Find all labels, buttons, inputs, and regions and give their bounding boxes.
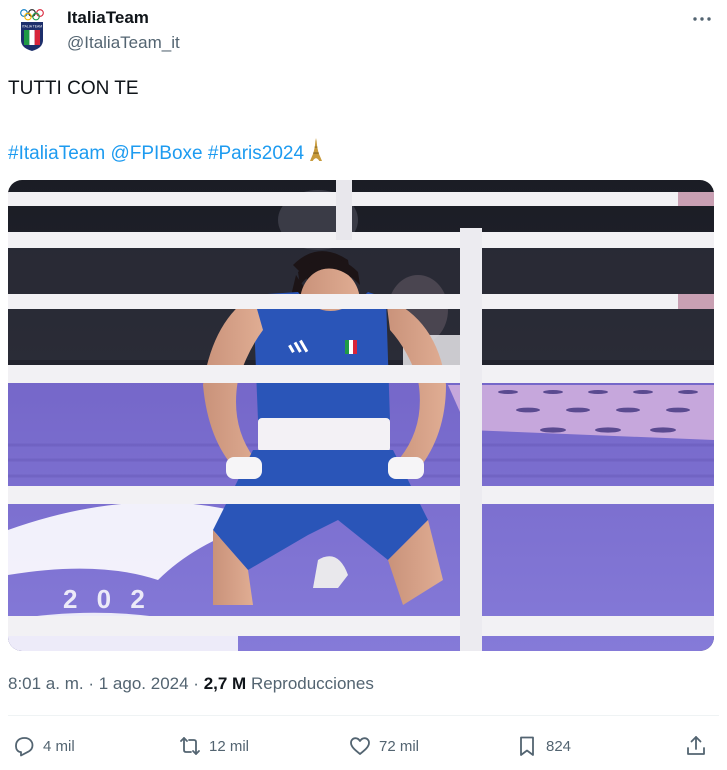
italia-team-logo-icon: ITALIA TEAM [20,9,44,51]
tweet-date[interactable]: 1 ago. 2024 [99,674,189,693]
hashtag-paris2024[interactable]: #Paris2024 [208,143,304,164]
svg-text:ITALIA TEAM: ITALIA TEAM [22,25,42,29]
reply-button[interactable]: 4 mil [12,733,75,759]
handle[interactable]: @ItaliaTeam_it [67,33,180,53]
divider [8,715,719,716]
repost-icon [180,737,200,755]
mention-fpiboxe[interactable]: @FPIBoxe [110,143,202,164]
share-button[interactable] [684,733,708,759]
tweet-card: ITALIA TEAM ItaliaTeam @ItaliaTeam_it TU… [0,0,727,770]
svg-text:2 0 2: 2 0 2 [63,584,151,614]
share-icon [687,736,705,755]
like-count: 72 mil [379,737,420,755]
eiffel-tower-icon [310,138,323,161]
avatar[interactable]: ITALIA TEAM [14,6,50,52]
hashtag-line: #ItaliaTeam @FPIBoxe #Paris2024 [8,138,324,165]
views-count: 2,7 M [203,674,247,693]
boxing-ring-photo: 2 0 2 [8,180,714,651]
display-name[interactable]: ItaliaTeam [67,8,149,28]
bookmark-icon [520,736,534,756]
hashtag-italiateam[interactable]: #ItaliaTeam [8,143,105,164]
bookmark-count: 824 [546,737,572,755]
heart-icon [350,737,370,755]
reply-icon [15,737,34,757]
repost-button[interactable]: 12 mil [178,733,249,759]
reply-count: 4 mil [43,737,75,755]
tweet-time[interactable]: 8:01 a. m. [8,674,84,693]
tweet-text: TUTTI CON TE [8,78,139,99]
meta-separator: · [88,674,95,693]
repost-count: 12 mil [209,737,250,755]
bookmark-button[interactable]: 824 [515,733,571,759]
tweet-photo[interactable]: 2 0 2 [8,180,714,651]
more-options-icon[interactable] [691,12,713,26]
like-button[interactable]: 72 mil [348,733,419,759]
views-label: Reproducciones [250,674,374,693]
tweet-meta: 8:01 a. m. · 1 ago. 2024 · 2,7 M Reprodu… [8,673,374,695]
meta-separator: · [193,674,199,693]
